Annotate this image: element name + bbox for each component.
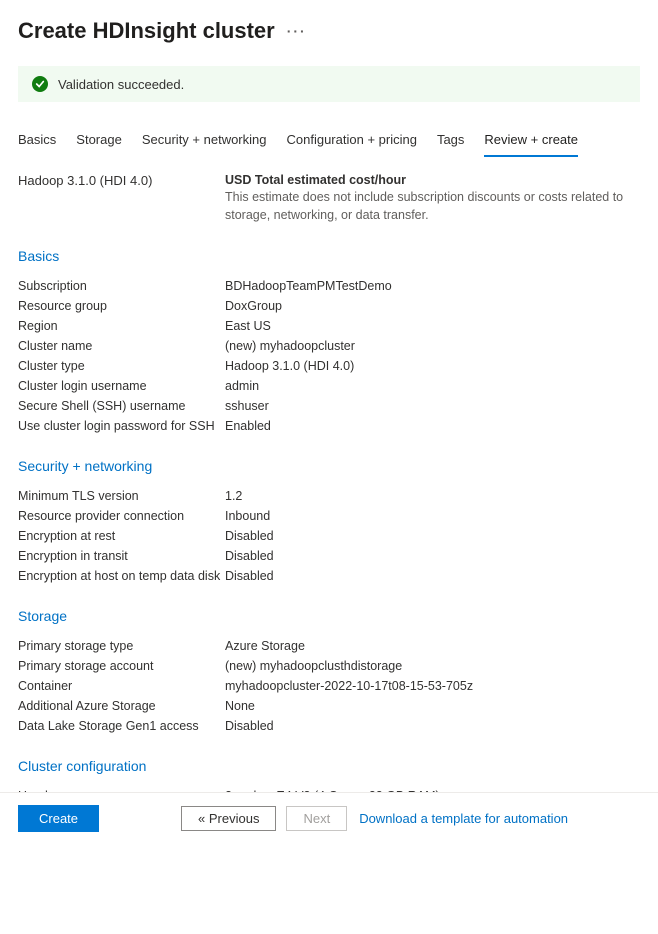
value: (new) myhadoopclusthdistorage [225,659,640,673]
value: DoxGroup [225,299,640,313]
page-title-text: Create HDInsight cluster [18,18,275,44]
label: Minimum TLS version [18,489,225,503]
tab-security[interactable]: Security + networking [142,126,267,156]
label: Encryption in transit [18,549,225,563]
tab-tags[interactable]: Tags [437,126,464,156]
label: Encryption at host on temp data disk [18,569,225,583]
label: Region [18,319,225,333]
page-title: Create HDInsight cluster ··· [18,18,640,44]
value: Disabled [225,549,640,563]
value: Disabled [225,719,640,733]
summary-label: Hadoop 3.1.0 (HDI 4.0) [18,173,225,224]
label: Data Lake Storage Gen1 access [18,719,225,733]
label: Resource provider connection [18,509,225,523]
section-title-storage: Storage [18,608,640,624]
label: Cluster type [18,359,225,373]
value: Inbound [225,509,640,523]
footer-bar: Create « Previous Next Download a templa… [0,792,658,844]
previous-button[interactable]: « Previous [181,806,276,831]
more-actions-icon[interactable]: ··· [287,23,307,39]
tab-review-create[interactable]: Review + create [484,126,578,157]
section-security: Security + networking Minimum TLS versio… [18,458,640,586]
tab-storage[interactable]: Storage [76,126,122,156]
cost-desc: This estimate does not include subscript… [225,189,640,224]
next-button: Next [286,806,347,831]
value: myhadoopcluster-2022-10-17t08-15-53-705z [225,679,640,693]
success-icon [32,76,48,92]
cost-title: USD Total estimated cost/hour [225,173,640,187]
label: Cluster name [18,339,225,353]
create-button[interactable]: Create [18,805,99,832]
section-storage: Storage Primary storage typeAzure Storag… [18,608,640,736]
label: Subscription [18,279,225,293]
tab-basics[interactable]: Basics [18,126,56,156]
label: Use cluster login password for SSH [18,419,225,433]
label: Secure Shell (SSH) username [18,399,225,413]
label: Primary storage type [18,639,225,653]
value: 1.2 [225,489,640,503]
section-title-basics: Basics [18,248,640,264]
value: None [225,699,640,713]
value: Hadoop 3.1.0 (HDI 4.0) [225,359,640,373]
tab-bar: Basics Storage Security + networking Con… [18,126,640,157]
tab-configuration[interactable]: Configuration + pricing [287,126,417,156]
value: (new) myhadoopcluster [225,339,640,353]
label: Resource group [18,299,225,313]
section-basics: Basics SubscriptionBDHadoopTeamPMTestDem… [18,248,640,436]
value: East US [225,319,640,333]
value: Enabled [225,419,640,433]
validation-banner: Validation succeeded. [18,66,640,102]
banner-text: Validation succeeded. [58,77,184,92]
section-title-security: Security + networking [18,458,640,474]
label: Additional Azure Storage [18,699,225,713]
label: Primary storage account [18,659,225,673]
value: admin [225,379,640,393]
download-template-link[interactable]: Download a template for automation [359,811,568,826]
value: Disabled [225,569,640,583]
label: Encryption at rest [18,529,225,543]
section-title-cluster: Cluster configuration [18,758,640,774]
value: Azure Storage [225,639,640,653]
value: Disabled [225,529,640,543]
value: BDHadoopTeamPMTestDemo [225,279,640,293]
value: sshuser [225,399,640,413]
label: Container [18,679,225,693]
label: Cluster login username [18,379,225,393]
